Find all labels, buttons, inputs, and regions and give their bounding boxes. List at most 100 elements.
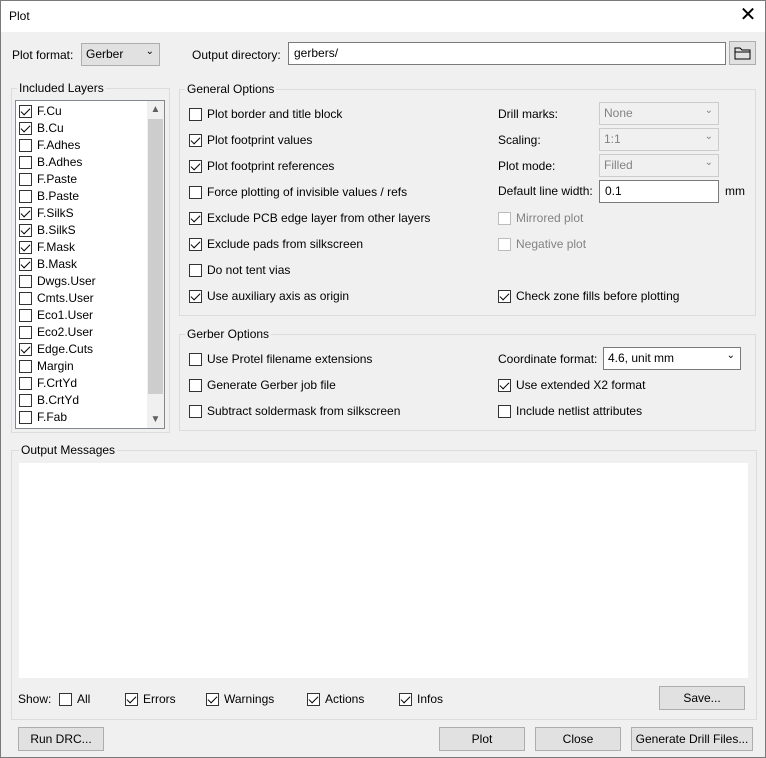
- checkbox[interactable]: [19, 325, 32, 339]
- plot-button[interactable]: Plot: [439, 727, 525, 751]
- run-drc-button[interactable]: Run DRC...: [18, 727, 104, 751]
- plot-format-select[interactable]: Gerber ⌄: [81, 43, 160, 66]
- show-warnings-checkbox[interactable]: Warnings: [206, 692, 274, 706]
- checkbox[interactable]: [498, 404, 511, 418]
- checkbox[interactable]: [189, 289, 202, 303]
- layer-item[interactable]: F.CrtYd: [19, 376, 77, 390]
- checkbox[interactable]: [59, 692, 72, 706]
- checkbox[interactable]: [189, 378, 202, 392]
- checkbox[interactable]: [19, 376, 32, 390]
- output-directory-input[interactable]: gerbers/: [288, 42, 726, 65]
- checkbox[interactable]: [19, 223, 32, 237]
- layer-item[interactable]: F.Fab: [19, 410, 67, 424]
- checkbox[interactable]: [189, 185, 202, 199]
- checkbox[interactable]: [19, 359, 32, 373]
- layer-item[interactable]: F.Mask: [19, 240, 75, 254]
- layer-item[interactable]: Margin: [19, 359, 74, 373]
- general-option-checkbox[interactable]: Plot footprint references: [189, 159, 334, 173]
- layer-item[interactable]: Eco2.User: [19, 325, 93, 339]
- checkbox[interactable]: [189, 352, 202, 366]
- layer-item[interactable]: B.Mask: [19, 257, 77, 271]
- checkbox[interactable]: [189, 263, 202, 277]
- close-button[interactable]: Close: [535, 727, 621, 751]
- checkbox[interactable]: [19, 393, 32, 407]
- protel-extensions-checkbox[interactable]: Use Protel filename extensions: [189, 352, 372, 366]
- mirrored-plot-checkbox[interactable]: Mirrored plot: [498, 211, 583, 225]
- layer-item[interactable]: F.Cu: [19, 104, 62, 118]
- checkbox[interactable]: [498, 211, 511, 225]
- generate-drill-files-button[interactable]: Generate Drill Files...: [631, 727, 753, 751]
- show-actions-checkbox[interactable]: Actions: [307, 692, 364, 706]
- layer-item[interactable]: Eco1.User: [19, 308, 93, 322]
- zone-fills-checkbox[interactable]: Check zone fills before plotting: [498, 289, 679, 303]
- layer-item[interactable]: Cmts.User: [19, 291, 94, 305]
- browse-folder-button[interactable]: [729, 41, 756, 65]
- layer-item[interactable]: F.SilkS: [19, 206, 74, 220]
- drill-marks-select[interactable]: None ⌄: [599, 102, 719, 125]
- checkbox[interactable]: [19, 410, 32, 424]
- checkbox[interactable]: [19, 206, 32, 220]
- checkbox[interactable]: [19, 189, 32, 203]
- general-option-checkbox[interactable]: Plot footprint values: [189, 133, 312, 147]
- checkbox[interactable]: [19, 172, 32, 186]
- subtract-soldermask-checkbox[interactable]: Subtract soldermask from silkscreen: [189, 404, 400, 418]
- checkbox[interactable]: [19, 274, 32, 288]
- show-errors-checkbox[interactable]: Errors: [125, 692, 176, 706]
- show-all-checkbox[interactable]: All: [59, 692, 90, 706]
- coordinate-format-select[interactable]: 4.6, unit mm ⌄: [603, 347, 741, 370]
- checkbox[interactable]: [19, 291, 32, 305]
- checkbox[interactable]: [189, 107, 202, 121]
- save-messages-button[interactable]: Save...: [659, 686, 745, 710]
- general-option-checkbox[interactable]: Use auxiliary axis as origin: [189, 289, 349, 303]
- checkbox[interactable]: [307, 692, 320, 706]
- close-icon[interactable]: ✕: [731, 1, 765, 32]
- plot-mode-select[interactable]: Filled ⌄: [599, 154, 719, 177]
- gerber-job-file-checkbox[interactable]: Generate Gerber job file: [189, 378, 336, 392]
- layer-item[interactable]: B.Paste: [19, 189, 79, 203]
- checkbox[interactable]: [189, 237, 202, 251]
- mirrored-plot-label: Mirrored plot: [516, 211, 584, 225]
- checkbox[interactable]: [498, 237, 511, 251]
- layer-item[interactable]: Edge.Cuts: [19, 342, 93, 356]
- checkbox[interactable]: [19, 121, 32, 135]
- layer-item[interactable]: Dwgs.User: [19, 274, 96, 288]
- netlist-attributes-checkbox[interactable]: Include netlist attributes: [498, 404, 642, 418]
- show-infos-checkbox[interactable]: Infos: [399, 692, 443, 706]
- extended-x2-checkbox[interactable]: Use extended X2 format: [498, 378, 645, 392]
- layer-list-scrollbar[interactable]: ▲ ▼: [147, 101, 164, 428]
- checkbox[interactable]: [125, 692, 138, 706]
- scaling-select[interactable]: 1:1 ⌄: [599, 128, 719, 151]
- layer-item[interactable]: B.SilkS: [19, 223, 76, 237]
- checkbox[interactable]: [19, 240, 32, 254]
- checkbox[interactable]: [498, 289, 511, 303]
- scroll-thumb[interactable]: [148, 119, 163, 394]
- checkbox[interactable]: [19, 104, 32, 118]
- general-option-checkbox[interactable]: Exclude PCB edge layer from other layers: [189, 211, 430, 225]
- general-option-checkbox[interactable]: Plot border and title block: [189, 107, 342, 121]
- layer-item[interactable]: B.Cu: [19, 121, 64, 135]
- checkbox[interactable]: [19, 155, 32, 169]
- layer-item[interactable]: B.CrtYd: [19, 393, 79, 407]
- line-width-input[interactable]: 0.1: [599, 180, 719, 203]
- checkbox[interactable]: [189, 159, 202, 173]
- layer-item[interactable]: F.Paste: [19, 172, 77, 186]
- general-option-checkbox[interactable]: Force plotting of invisible values / ref…: [189, 185, 407, 199]
- scroll-up-icon[interactable]: ▲: [147, 101, 164, 118]
- checkbox[interactable]: [19, 138, 32, 152]
- checkbox[interactable]: [19, 342, 32, 356]
- checkbox[interactable]: [19, 308, 32, 322]
- checkbox[interactable]: [189, 133, 202, 147]
- scroll-down-icon[interactable]: ▼: [147, 411, 164, 428]
- output-messages-area[interactable]: [18, 462, 749, 679]
- checkbox[interactable]: [189, 211, 202, 225]
- checkbox[interactable]: [19, 257, 32, 271]
- layer-item[interactable]: B.Adhes: [19, 155, 82, 169]
- checkbox[interactable]: [498, 378, 511, 392]
- checkbox[interactable]: [189, 404, 202, 418]
- layer-item[interactable]: F.Adhes: [19, 138, 80, 152]
- checkbox[interactable]: [206, 692, 219, 706]
- negative-plot-checkbox[interactable]: Negative plot: [498, 237, 586, 251]
- general-option-checkbox[interactable]: Do not tent vias: [189, 263, 290, 277]
- general-option-checkbox[interactable]: Exclude pads from silkscreen: [189, 237, 363, 251]
- checkbox[interactable]: [399, 692, 412, 706]
